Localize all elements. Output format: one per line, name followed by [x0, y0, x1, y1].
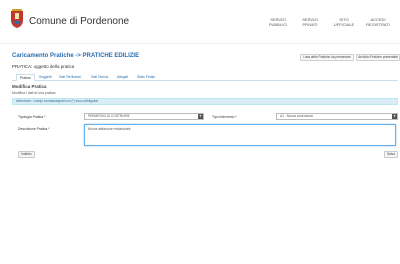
- site-title[interactable]: Comune di Pordenone: [29, 16, 129, 27]
- chevron-down-icon: ▼: [198, 114, 203, 119]
- chevron-down-icon: ▼: [392, 114, 397, 119]
- tab-dati-territoriali[interactable]: Dati Territoriali: [56, 74, 84, 81]
- nav-label-line2: UFFICIALE: [333, 22, 355, 27]
- page-title: Caricamento Pratiche -> PRATICHE EDILIZI…: [12, 53, 140, 59]
- list-pratiche-button[interactable]: Lista delle Pratiche da presentare: [300, 54, 354, 61]
- back-button[interactable]: Indietro: [18, 151, 35, 158]
- nav-label-line2: REGISTRATI: [366, 22, 390, 27]
- nav-servizi-privati[interactable]: SERVIZI PRIVATI: [294, 17, 326, 27]
- pratica-subtitle: PRATICA: oggetto della pratica: [12, 64, 75, 69]
- tab-soggetti[interactable]: Soggetti: [36, 74, 54, 81]
- descrizione-textarea[interactable]: Nuova abitazione residenziale: [84, 124, 396, 146]
- tipologia-label: Tipologia Pratica *: [18, 115, 46, 119]
- save-button[interactable]: Salva: [384, 151, 398, 158]
- pratica-tabs: Pratica Soggetti Dati Territoriali Dati …: [12, 73, 398, 81]
- required-fields-alert: Attenzione: i campi contrassegnati con (…: [12, 98, 398, 105]
- tipo-intervento-value: A1 - Nuova costruzione: [280, 114, 314, 118]
- tab-allegati[interactable]: Allegati: [114, 74, 131, 81]
- descrizione-label: Descrizione Pratica *: [18, 127, 50, 131]
- section-subtitle: Modifica i dati di una pratica: [12, 91, 56, 95]
- nav-sito-ufficiale[interactable]: SITO UFFICIALE: [328, 17, 360, 27]
- city-crest-icon[interactable]: [10, 9, 24, 28]
- tab-dati-tecnici[interactable]: Dati Tecnici: [88, 74, 111, 81]
- tipo-intervento-select[interactable]: A1 - Nuova costruzione ▼: [276, 113, 398, 120]
- nav-accedi-registrati[interactable]: ACCEDI REGISTRATI: [362, 17, 394, 27]
- tipologia-select[interactable]: PERMESSO DI COSTRUIRE ▼: [84, 113, 204, 120]
- tipo-intervento-label: Tipo Intervento *: [212, 115, 237, 119]
- tab-stato-finale[interactable]: Stato Finale: [134, 74, 158, 81]
- archive-pratiche-button[interactable]: Archivio Pratiche presentate: [356, 54, 400, 61]
- section-title: Modifica Pratica: [12, 84, 47, 89]
- site-header: Comune di Pordenone SERVIZI PUBBLICI SER…: [0, 0, 400, 44]
- nav-label-line2: PRIVATI: [302, 22, 318, 27]
- nav-label-line2: PUBBLICI: [268, 22, 288, 27]
- tipologia-value: PERMESSO DI COSTRUIRE: [88, 114, 130, 118]
- nav-servizi-pubblici[interactable]: SERVIZI PUBBLICI: [262, 17, 294, 27]
- tab-pratica[interactable]: Pratica: [16, 74, 35, 81]
